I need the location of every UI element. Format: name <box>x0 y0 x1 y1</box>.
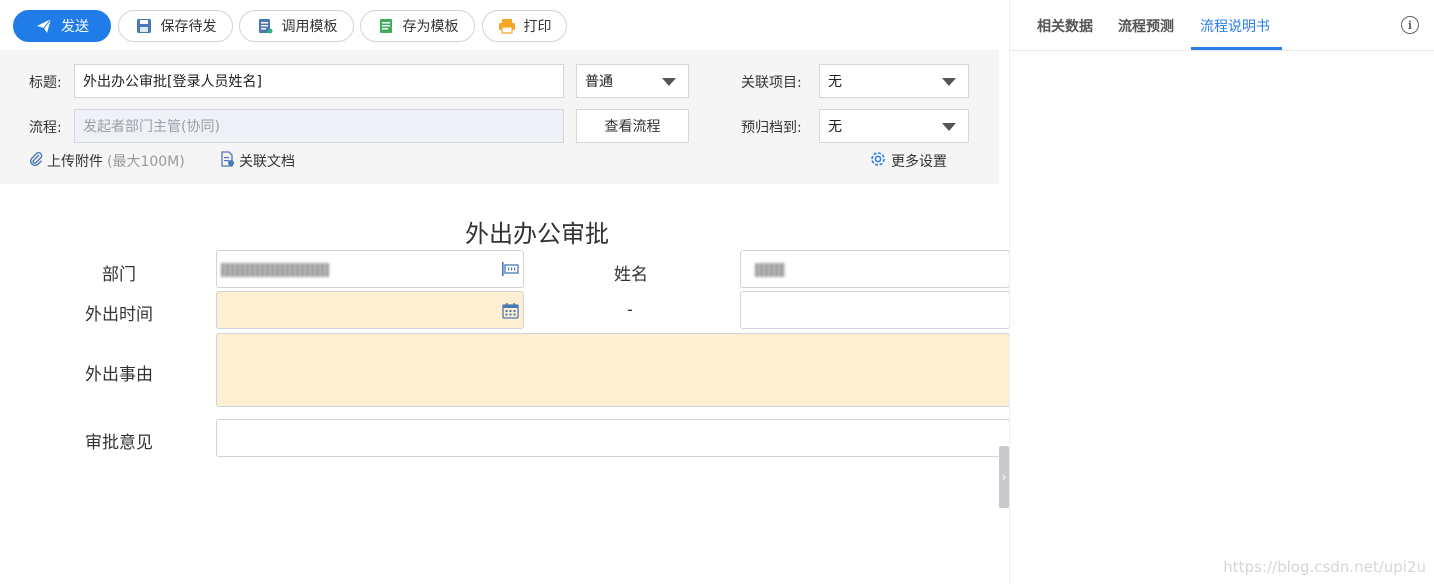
reason-label: 外出事由 <box>85 365 153 385</box>
paper-plane-icon <box>35 17 53 35</box>
watermark: https://blog.csdn.net/upi2u <box>1223 558 1426 576</box>
priority-value: 普通 <box>585 74 613 90</box>
archive-value: 无 <box>828 119 842 135</box>
out-time-start-field[interactable] <box>216 291 524 329</box>
approval-label: 审批意见 <box>85 433 153 453</box>
out-time-label: 外出时间 <box>85 305 153 325</box>
related-project-select[interactable]: 无 <box>819 64 969 98</box>
tab-flow-manual[interactable]: 流程说明书 <box>1200 16 1270 36</box>
view-flow-label: 查看流程 <box>604 119 661 135</box>
toolbar: 发送 保存待发 调用模板 存为模板 打印 <box>0 0 949 50</box>
related-document-link[interactable]: 关联文档 <box>219 151 295 171</box>
out-time-end-field[interactable] <box>740 291 1010 329</box>
document-link-icon <box>219 151 235 171</box>
calendar-icon[interactable] <box>502 302 519 323</box>
org-picker-icon[interactable] <box>501 261 519 281</box>
redacted-name <box>755 263 785 277</box>
save-draft-button[interactable]: 保存待发 <box>118 10 233 42</box>
name-label: 姓名 <box>614 265 648 285</box>
save-icon <box>135 17 153 35</box>
use-template-label: 调用模板 <box>281 19 338 35</box>
chevron-down-icon <box>942 123 956 131</box>
form-title: 外出办公审批 <box>465 220 609 248</box>
flow-label: 流程: <box>29 120 62 136</box>
title-value: 外出办公审批[登录人员姓名] <box>83 74 262 90</box>
print-label: 打印 <box>523 19 552 35</box>
save-draft-label: 保存待发 <box>160 19 217 35</box>
archive-label: 预归档到: <box>741 120 802 136</box>
save-template-button[interactable]: 存为模板 <box>360 10 475 42</box>
chevron-right-icon: › <box>1001 470 1007 484</box>
time-separator: - <box>627 300 633 319</box>
use-template-button[interactable]: 调用模板 <box>239 10 354 42</box>
department-label: 部门 <box>102 265 136 285</box>
more-settings-link[interactable]: 更多设置 <box>869 150 947 172</box>
panel-collapse-handle[interactable]: › <box>999 446 1009 508</box>
gear-icon <box>869 150 887 172</box>
flow-placeholder: 发起者部门主管(协同) <box>83 119 220 135</box>
department-field[interactable] <box>216 250 524 288</box>
view-flow-button[interactable]: 查看流程 <box>576 109 689 143</box>
tab-flow-prediction[interactable]: 流程预测 <box>1118 16 1174 36</box>
related-project-value: 无 <box>828 74 842 90</box>
chevron-down-icon <box>662 78 676 86</box>
save-template-label: 存为模板 <box>402 19 459 35</box>
flow-input[interactable]: 发起者部门主管(协同) <box>74 109 564 143</box>
upload-label: 上传附件 <box>47 154 103 170</box>
priority-select[interactable]: 普通 <box>576 64 689 98</box>
redacted-department <box>221 263 329 277</box>
printer-icon <box>498 17 516 35</box>
right-panel-tabs: 相关数据 流程预测 流程说明书 i <box>1010 0 1434 51</box>
send-button[interactable]: 发送 <box>13 10 111 42</box>
upload-limit: (最大100M) <box>107 154 185 170</box>
info-icon[interactable]: i <box>1401 16 1419 34</box>
archive-select[interactable]: 无 <box>819 109 969 143</box>
approval-opinion-field[interactable] <box>216 419 1010 457</box>
send-label: 发送 <box>61 19 89 35</box>
chevron-down-icon <box>942 78 956 86</box>
template-import-icon <box>256 17 274 35</box>
title-input[interactable]: 外出办公审批[登录人员姓名] <box>74 64 564 98</box>
upload-attachment-link[interactable]: 上传附件 (最大100M) <box>29 151 185 171</box>
reason-textarea[interactable] <box>216 333 1010 407</box>
title-label: 标题: <box>29 75 62 91</box>
active-tab-indicator <box>1191 47 1282 50</box>
right-panel: 相关数据 流程预测 流程说明书 i https://blog.csdn.net/… <box>1009 0 1434 584</box>
print-button[interactable]: 打印 <box>482 10 567 42</box>
related-doc-label: 关联文档 <box>239 154 295 170</box>
related-project-label: 关联项目: <box>741 75 802 91</box>
template-save-icon <box>377 17 395 35</box>
tab-related-data[interactable]: 相关数据 <box>1037 16 1093 36</box>
more-settings-label: 更多设置 <box>891 154 947 170</box>
name-field[interactable] <box>740 250 1010 288</box>
paperclip-icon <box>29 151 43 171</box>
